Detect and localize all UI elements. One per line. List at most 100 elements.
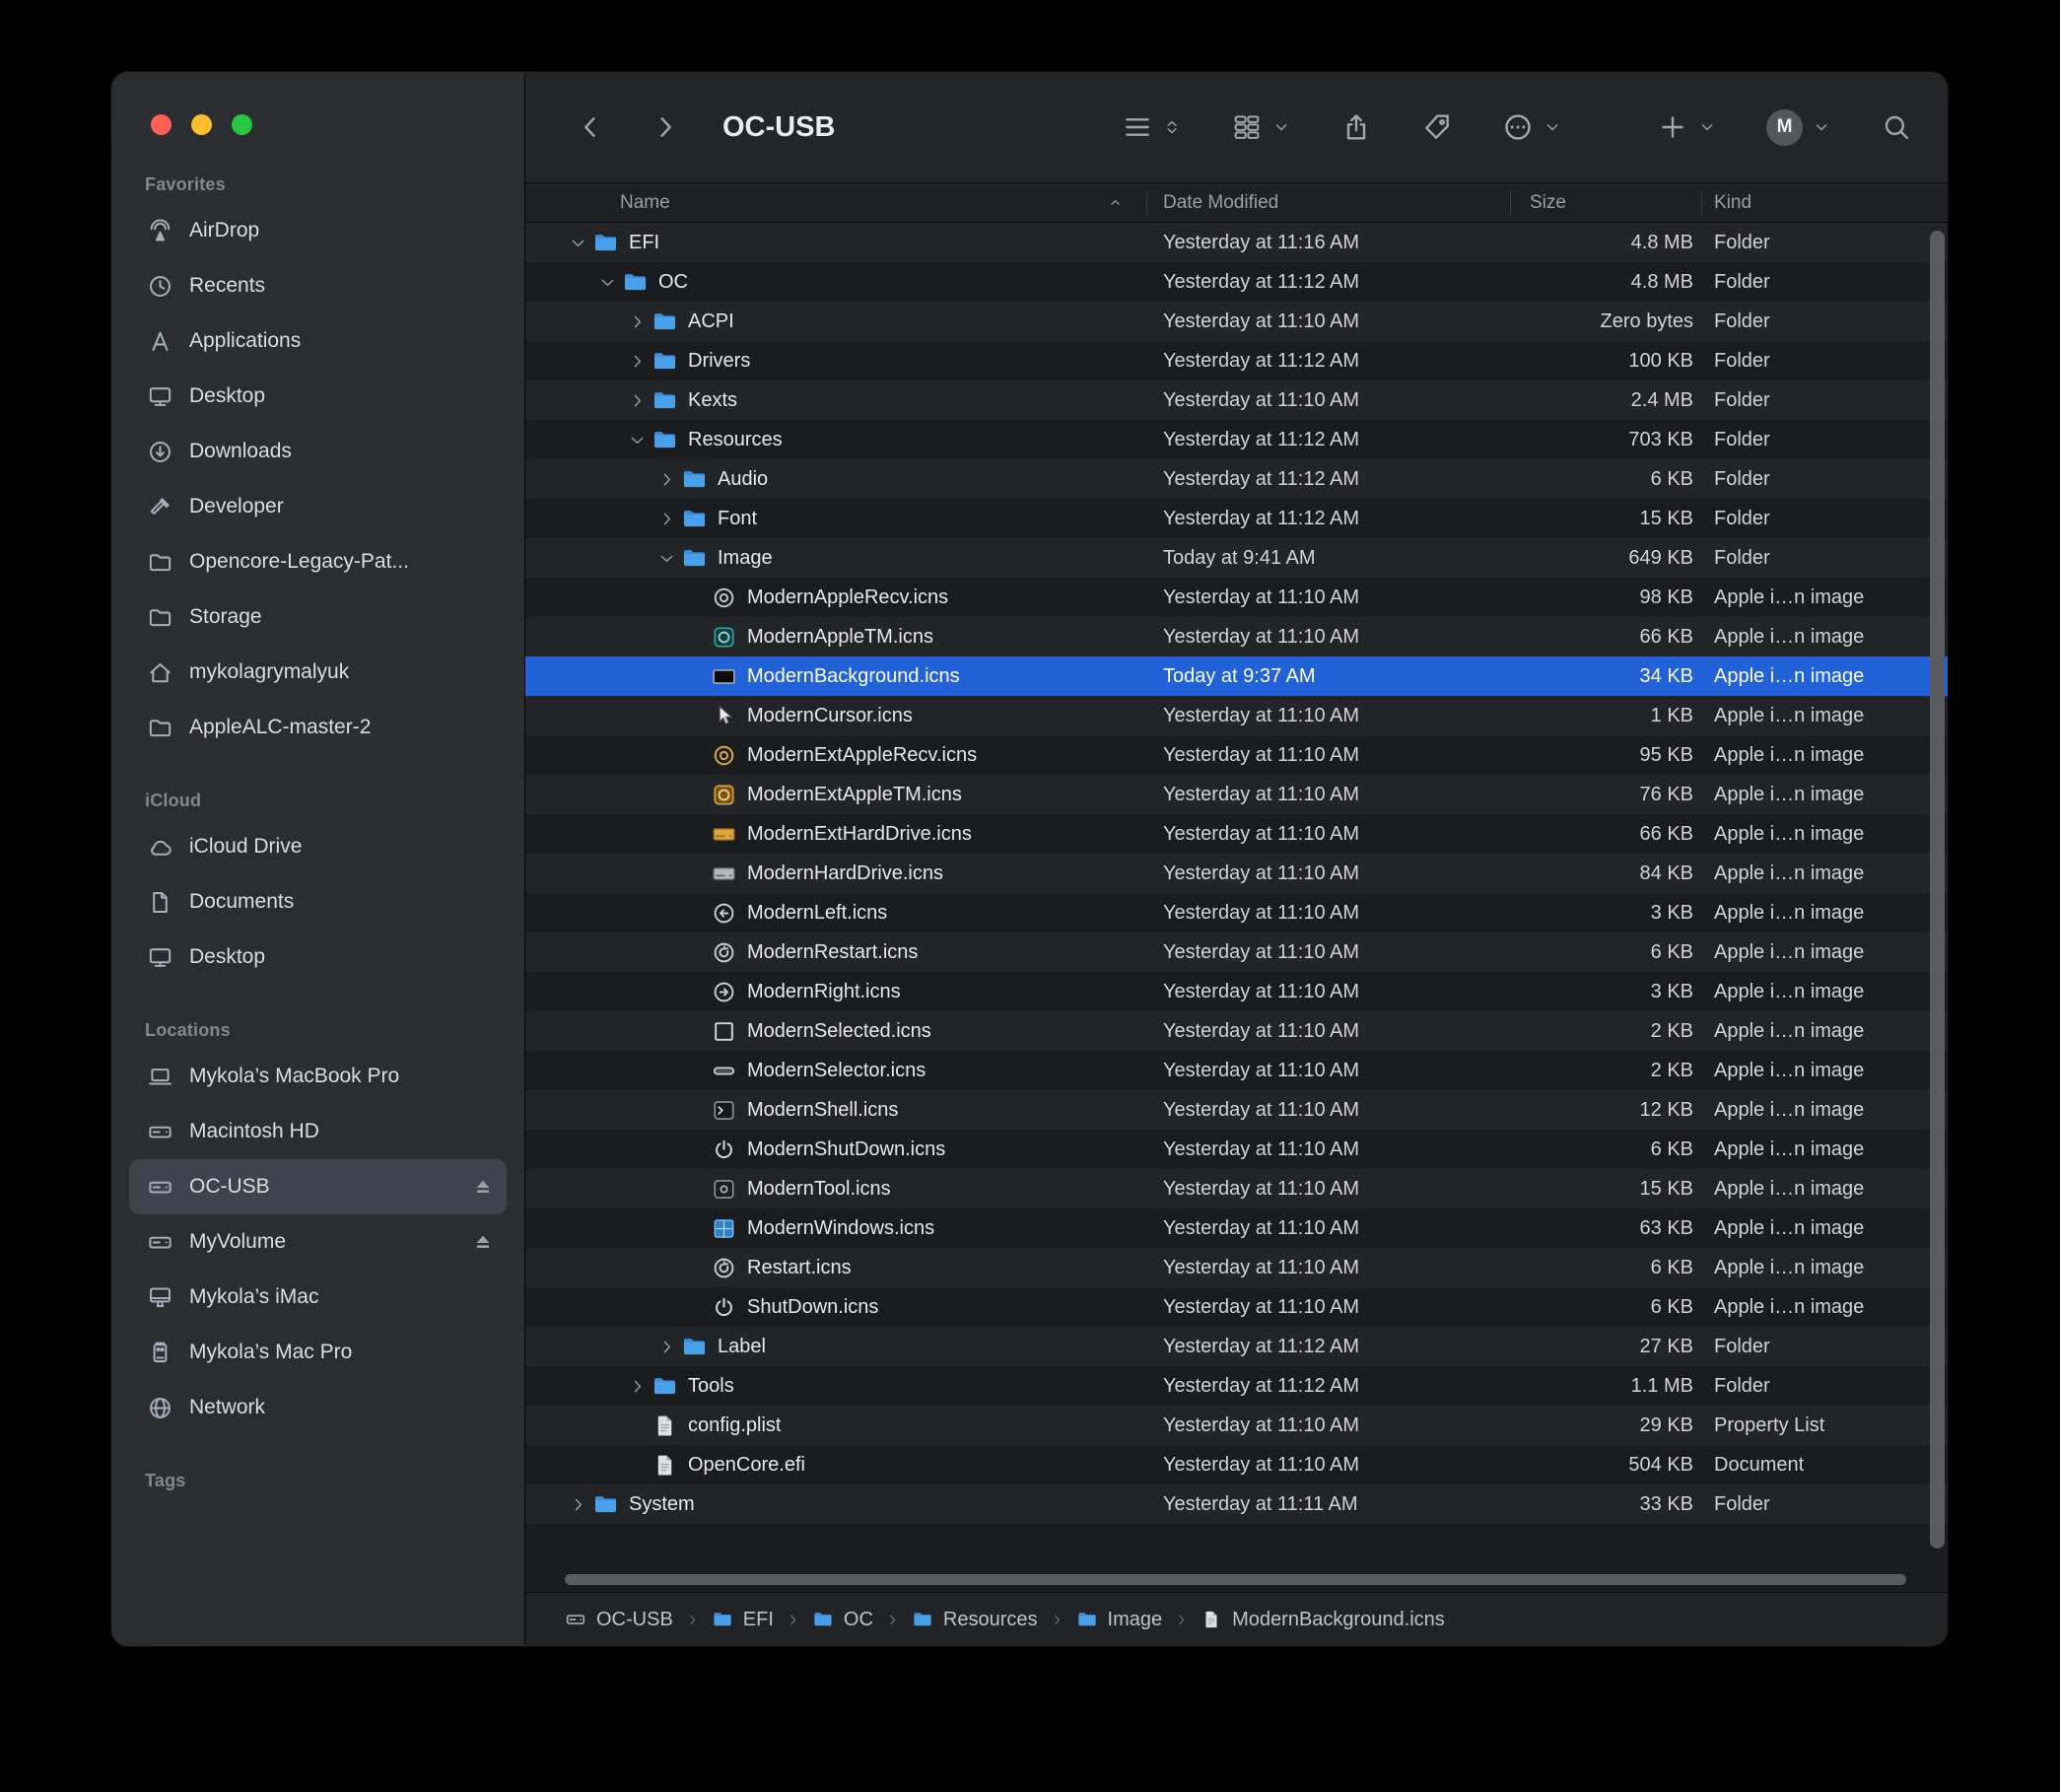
- disclosure-triangle-icon[interactable]: [628, 391, 647, 410]
- file-row-tools[interactable]: ToolsYesterday at 11:12 AM1.1 MBFolder: [525, 1366, 1948, 1406]
- path-item-efi[interactable]: EFI: [712, 1609, 774, 1631]
- sidebar-item-mykola-s-mac-pro[interactable]: Mykola’s Mac Pro: [129, 1325, 507, 1380]
- path-item-oc-usb[interactable]: OC-USB: [565, 1609, 673, 1631]
- sidebar-item-applealc-master-2[interactable]: AppleALC-master-2: [129, 700, 507, 755]
- sidebar-item-network[interactable]: Network: [129, 1380, 507, 1435]
- tags-button[interactable]: [1421, 111, 1453, 143]
- path-item-image[interactable]: Image: [1076, 1609, 1163, 1631]
- file-row-oc[interactable]: OCYesterday at 11:12 AM4.8 MBFolder: [525, 262, 1948, 302]
- vertical-scrollbar-thumb[interactable]: [1930, 231, 1945, 1549]
- file-row-moderncursor-icns[interactable]: ModernCursor.icnsYesterday at 11:10 AM1 …: [525, 696, 1948, 735]
- file-row-efi[interactable]: EFIYesterday at 11:16 AM4.8 MBFolder: [525, 223, 1948, 262]
- file-row-kexts[interactable]: KextsYesterday at 11:10 AM2.4 MBFolder: [525, 380, 1948, 420]
- disclosure-triangle-icon[interactable]: [598, 273, 617, 292]
- file-row-modernappletm-icns[interactable]: ModernAppleTM.icnsYesterday at 11:10 AM6…: [525, 617, 1948, 656]
- path-item-oc[interactable]: OC: [812, 1609, 873, 1631]
- disclosure-triangle-icon[interactable]: [657, 470, 676, 489]
- disclosure-triangle-icon[interactable]: [569, 234, 587, 252]
- file-row-modernleft-icns[interactable]: ModernLeft.icnsYesterday at 11:10 AM3 KB…: [525, 893, 1948, 932]
- file-row-system[interactable]: SystemYesterday at 11:11 AM33 KBFolder: [525, 1484, 1948, 1524]
- file-row-label[interactable]: LabelYesterday at 11:12 AM27 KBFolder: [525, 1327, 1948, 1366]
- sidebar-item-macintosh-hd[interactable]: Macintosh HD: [129, 1104, 507, 1159]
- sidebar-item-oc-usb[interactable]: OC-USB: [129, 1159, 507, 1214]
- file-row-modernshutdown-icns[interactable]: ModernShutDown.icnsYesterday at 11:10 AM…: [525, 1130, 1948, 1169]
- more-actions-button[interactable]: [1502, 111, 1562, 143]
- file-row-font[interactable]: FontYesterday at 11:12 AM15 KBFolder: [525, 499, 1948, 538]
- forward-button[interactable]: [650, 111, 681, 143]
- file-row-modernshell-icns[interactable]: ModernShell.icnsYesterday at 11:10 AM12 …: [525, 1090, 1948, 1130]
- file-row-image[interactable]: ImageToday at 9:41 AM649 KBFolder: [525, 538, 1948, 578]
- view-options-button[interactable]: [1122, 111, 1182, 143]
- sidebar-item-myvolume[interactable]: MyVolume: [129, 1214, 507, 1270]
- file-row-modernextharddrive-icns[interactable]: ModernExtHardDrive.icnsYesterday at 11:1…: [525, 814, 1948, 854]
- disclosure-triangle-icon[interactable]: [657, 1338, 676, 1356]
- sidebar-item-icloud-drive[interactable]: iCloud Drive: [129, 819, 507, 874]
- file-row-resources[interactable]: ResourcesYesterday at 11:12 AM703 KBFold…: [525, 420, 1948, 459]
- column-header-date-modified[interactable]: Date Modified: [1163, 192, 1518, 214]
- group-by-button[interactable]: [1231, 111, 1291, 143]
- disclosure-triangle-icon[interactable]: [628, 431, 647, 449]
- sidebar-item-desktop[interactable]: Desktop: [129, 369, 507, 424]
- file-row-modernright-icns[interactable]: ModernRight.icnsYesterday at 11:10 AM3 K…: [525, 972, 1948, 1011]
- file-date-modified: Yesterday at 11:11 AM: [1163, 1493, 1518, 1516]
- sidebar-item-airdrop[interactable]: AirDrop: [129, 203, 507, 258]
- path-item-resources[interactable]: Resources: [912, 1609, 1038, 1631]
- sidebar-item-storage[interactable]: Storage: [129, 589, 507, 645]
- file-row-audio[interactable]: AudioYesterday at 11:12 AM6 KBFolder: [525, 459, 1948, 499]
- file-row-modernharddrive-icns[interactable]: ModernHardDrive.icnsYesterday at 11:10 A…: [525, 854, 1948, 893]
- column-header-size[interactable]: Size: [1518, 192, 1699, 214]
- sidebar-item-desktop[interactable]: Desktop: [129, 930, 507, 985]
- crestart-icon: [711, 939, 737, 966]
- disclosure-triangle-icon[interactable]: [569, 1495, 587, 1514]
- file-row-modernselected-icns[interactable]: ModernSelected.icnsYesterday at 11:10 AM…: [525, 1011, 1948, 1051]
- file-row-modernapplerecv-icns[interactable]: ModernAppleRecv.icnsYesterday at 11:10 A…: [525, 578, 1948, 617]
- file-row-modernwindows-icns[interactable]: ModernWindows.icnsYesterday at 11:10 AM6…: [525, 1208, 1948, 1248]
- account-menu-button[interactable]: M: [1766, 109, 1831, 146]
- share-button[interactable]: [1340, 111, 1372, 143]
- column-divider[interactable]: [1510, 190, 1511, 215]
- file-row-drivers[interactable]: DriversYesterday at 11:12 AM100 KBFolder: [525, 341, 1948, 380]
- sidebar-item-developer[interactable]: Developer: [129, 479, 507, 534]
- horizontal-scrollbar[interactable]: [525, 1566, 1948, 1592]
- horizontal-scrollbar-thumb[interactable]: [565, 1574, 1906, 1585]
- vertical-scrollbar[interactable]: [1930, 229, 1945, 1560]
- sidebar-item-mykola-s-imac[interactable]: Mykola’s iMac: [129, 1270, 507, 1325]
- disclosure-triangle-icon[interactable]: [657, 510, 676, 528]
- column-divider[interactable]: [1701, 190, 1702, 215]
- zoom-button[interactable]: [232, 114, 252, 135]
- file-row-modernextapplerecv-icns[interactable]: ModernExtAppleRecv.icnsYesterday at 11:1…: [525, 735, 1948, 775]
- sidebar-item-documents[interactable]: Documents: [129, 874, 507, 930]
- file-row-config-plist[interactable]: config.plistYesterday at 11:10 AM29 KBPr…: [525, 1406, 1948, 1445]
- path-item-modernbackground-icns[interactable]: ModernBackground.icns: [1201, 1609, 1445, 1631]
- file-row-moderntool-icns[interactable]: ModernTool.icnsYesterday at 11:10 AM15 K…: [525, 1169, 1948, 1208]
- sidebar-item-recents[interactable]: Recents: [129, 258, 507, 313]
- file-row-opencore-efi[interactable]: OpenCore.efiYesterday at 11:10 AM504 KBD…: [525, 1445, 1948, 1484]
- file-row-modernselector-icns[interactable]: ModernSelector.icnsYesterday at 11:10 AM…: [525, 1051, 1948, 1090]
- file-row-shutdown-icns[interactable]: ShutDown.icnsYesterday at 11:10 AM6 KBAp…: [525, 1287, 1948, 1327]
- column-divider[interactable]: [1146, 190, 1147, 215]
- disclosure-triangle-icon[interactable]: [628, 352, 647, 371]
- sidebar-item-opencore-legacy-pat[interactable]: Opencore-Legacy-Pat...: [129, 534, 507, 589]
- file-row-acpi[interactable]: ACPIYesterday at 11:10 AMZero bytesFolde…: [525, 302, 1948, 341]
- eject-icon[interactable]: [471, 1175, 495, 1199]
- search-button[interactable]: [1881, 111, 1912, 143]
- column-header-kind[interactable]: Kind: [1699, 192, 1948, 214]
- eject-icon[interactable]: [471, 1230, 495, 1254]
- disclosure-triangle-icon[interactable]: [657, 549, 676, 568]
- disclosure-triangle-icon[interactable]: [628, 312, 647, 331]
- disclosure-triangle-icon[interactable]: [628, 1377, 647, 1396]
- column-header-name[interactable]: Name: [525, 192, 1163, 214]
- file-row-restart-icns[interactable]: Restart.icnsYesterday at 11:10 AM6 KBApp…: [525, 1248, 1948, 1287]
- minimize-button[interactable]: [191, 114, 212, 135]
- sidebar-item-downloads[interactable]: Downloads: [129, 424, 507, 479]
- new-item-button[interactable]: [1657, 111, 1717, 143]
- back-button[interactable]: [575, 111, 606, 143]
- file-row-modernextappletm-icns[interactable]: ModernExtAppleTM.icnsYesterday at 11:10 …: [525, 775, 1948, 814]
- sidebar-item-mykola-s-macbook-pro[interactable]: Mykola’s MacBook Pro: [129, 1049, 507, 1104]
- file-row-modernbackground-icns[interactable]: ModernBackground.icnsToday at 9:37 AM34 …: [525, 656, 1948, 696]
- close-button[interactable]: [151, 114, 172, 135]
- sidebar-item-applications[interactable]: Applications: [129, 313, 507, 369]
- selector-icon: [711, 1058, 737, 1084]
- file-row-modernrestart-icns[interactable]: ModernRestart.icnsYesterday at 11:10 AM6…: [525, 932, 1948, 972]
- sidebar-item-mykolagrymalyuk[interactable]: mykolagrymalyuk: [129, 645, 507, 700]
